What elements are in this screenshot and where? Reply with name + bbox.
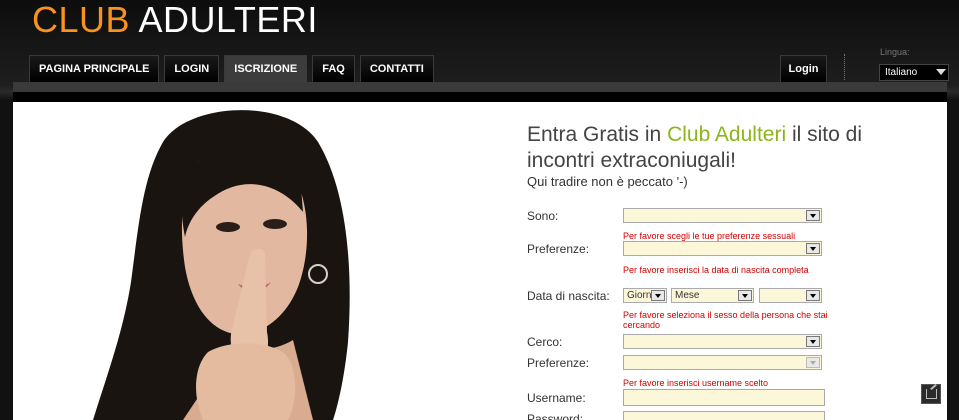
nav-iscrizione[interactable]: ISCRIZIONE: [224, 55, 308, 82]
error-nascita: Per favore inserisci la data di nascita …: [623, 265, 809, 275]
logo-adulteri: ADULTERI: [138, 0, 318, 40]
nav-home[interactable]: PAGINA PRINCIPALE: [29, 55, 160, 82]
language-value: Italiano: [885, 67, 918, 78]
cerco-select[interactable]: [623, 334, 822, 349]
sono-label: Sono:: [527, 209, 559, 223]
sono-select[interactable]: [623, 208, 822, 223]
nav-contatti[interactable]: CONTATTI: [359, 55, 434, 82]
nav-underline-bar: [13, 82, 947, 92]
chevron-down-icon: [738, 290, 752, 301]
hero-headline: Entra Gratis in Club Adulteri il sito di…: [527, 122, 927, 174]
password-label: Password:: [527, 412, 584, 420]
login-button[interactable]: Login: [780, 55, 827, 82]
preferenze2-select[interactable]: [623, 355, 822, 370]
chevron-down-icon: [806, 243, 820, 254]
error-username: Per favore inserisci username scelto: [623, 378, 769, 388]
site-logo[interactable]: CLUB ADULTERI: [32, 0, 318, 40]
language-label: Lingua:: [880, 47, 910, 57]
headline-brand: Club Adulteri: [667, 123, 787, 146]
chevron-down-icon: [936, 69, 946, 75]
share-icon[interactable]: [921, 384, 941, 404]
nascita-label: Data di nascita:: [527, 289, 610, 303]
chevron-down-icon: [806, 357, 820, 368]
mese-select[interactable]: Mese: [671, 288, 754, 303]
preferenze-label: Preferenze:: [527, 242, 590, 256]
nav-faq[interactable]: FAQ: [312, 55, 355, 82]
username-label: Username:: [527, 391, 586, 405]
logo-club: CLUB: [32, 0, 131, 40]
error-preferenze: Per favore scegli le tue preferenze sess…: [623, 231, 796, 241]
preferenze-select[interactable]: [623, 241, 822, 256]
username-input[interactable]: [623, 389, 825, 406]
preferenze2-label: Preferenze:: [527, 356, 590, 370]
main-content: Entra Gratis in Club Adulteri il sito di…: [13, 102, 947, 420]
password-input[interactable]: [623, 411, 825, 420]
header-separator: [844, 54, 845, 80]
nav-login[interactable]: LOGIN: [164, 55, 220, 82]
page: CLUB ADULTERI PAGINA PRINCIPALE LOGIN IS…: [0, 0, 959, 420]
error-cerco: Per favore seleziona il sesso della pers…: [623, 310, 828, 330]
mese-value: Mese: [675, 290, 700, 301]
headline-pre: Entra Gratis in: [527, 123, 668, 146]
chevron-down-icon: [806, 290, 820, 301]
hero-photo: [13, 102, 493, 420]
chevron-down-icon: [806, 210, 820, 221]
cerco-label: Cerco:: [527, 335, 563, 349]
language-select[interactable]: Italiano: [879, 64, 949, 81]
chevron-down-icon: [806, 336, 820, 347]
hero-subline: Qui tradire non è peccato '-): [527, 174, 688, 189]
chevron-down-icon: [651, 290, 665, 301]
divider: [13, 92, 947, 102]
giorno-select[interactable]: Giorno: [623, 288, 667, 303]
anno-select[interactable]: [759, 288, 822, 303]
main-nav: PAGINA PRINCIPALE LOGIN ISCRIZIONE FAQ C…: [29, 55, 434, 82]
